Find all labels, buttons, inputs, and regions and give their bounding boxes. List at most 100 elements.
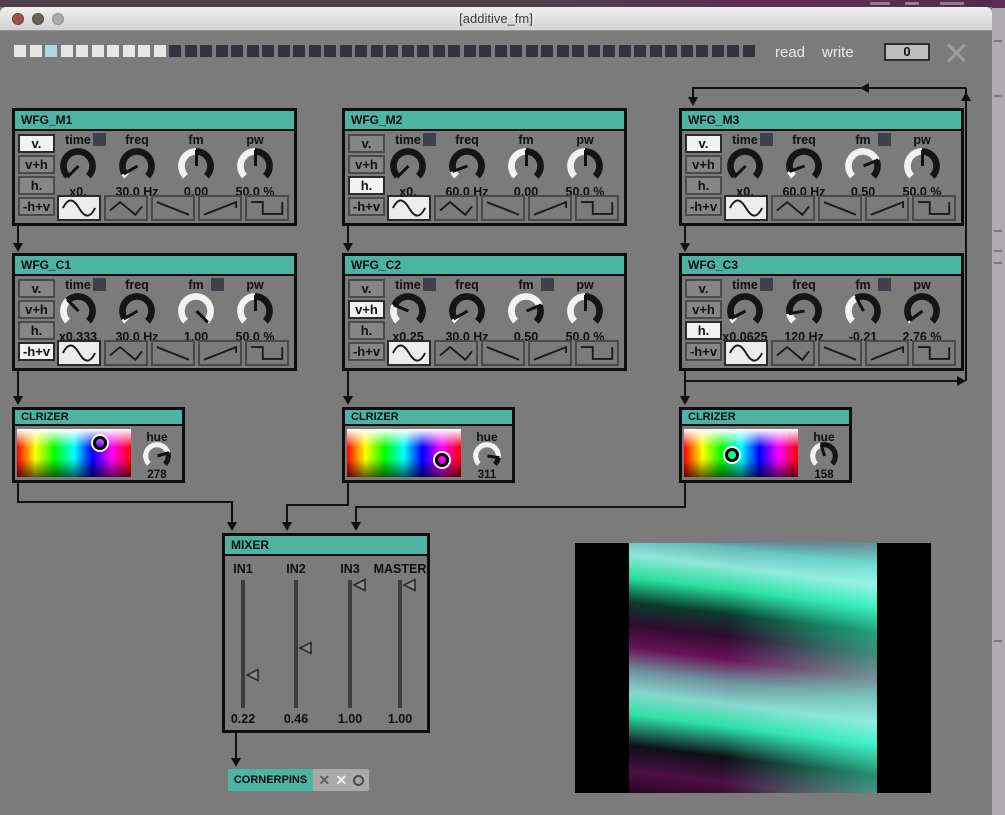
pw-knob[interactable] [237,293,273,329]
mode-button-h+v[interactable]: -h+v [18,342,55,361]
slider-handle[interactable] [298,641,313,655]
freq-knob[interactable] [449,148,485,184]
preset-square[interactable] [603,45,615,57]
wave-triangle-button[interactable] [771,195,815,221]
hue-saturation-swatch[interactable] [347,429,461,477]
wave-sine-button[interactable] [57,195,101,221]
preset-square[interactable] [340,45,352,57]
wave-square-button[interactable] [912,340,956,366]
time-knob[interactable] [390,148,426,184]
write-button[interactable]: write [822,44,854,61]
preset-square[interactable] [61,45,73,57]
wave-triangle-button[interactable] [104,195,148,221]
preset-square[interactable] [417,45,429,57]
hue-knob[interactable] [143,442,171,470]
wave-saw-down-button[interactable] [818,195,862,221]
preset-square[interactable] [76,45,88,57]
slider-track[interactable] [348,580,352,708]
mode-button-v+h[interactable]: v+h [348,300,385,319]
preset-square[interactable] [479,45,491,57]
preset-square[interactable] [495,45,507,57]
preset-square[interactable] [247,45,259,57]
mode-button-v+h[interactable]: v+h [685,300,722,319]
time-knob[interactable] [390,293,426,329]
wave-saw-up-button[interactable] [865,195,909,221]
slider-handle[interactable] [402,578,417,592]
wave-triangle-button[interactable] [434,195,478,221]
title-bar[interactable]: [additive_fm] [0,7,992,31]
slider-track[interactable] [241,580,245,708]
freq-knob[interactable] [119,148,155,184]
pw-knob[interactable] [904,293,940,329]
preset-square[interactable] [386,45,398,57]
preset-square[interactable] [293,45,305,57]
preset-square[interactable] [309,45,321,57]
wave-saw-up-button[interactable] [198,195,242,221]
hue-knob[interactable] [810,442,838,470]
wave-square-button[interactable] [575,340,619,366]
preset-square[interactable] [696,45,708,57]
mode-button-v+h[interactable]: v+h [685,155,722,174]
time-knob[interactable] [727,148,763,184]
hue-saturation-swatch[interactable] [17,429,131,477]
preset-square[interactable] [743,45,755,57]
pw-knob[interactable] [237,148,273,184]
preset-square[interactable] [169,45,181,57]
slider-handle[interactable] [352,578,367,592]
close-icon[interactable]: ✕ [335,769,347,791]
close-icon[interactable]: ✕ [318,769,330,791]
wave-saw-up-button[interactable] [528,340,572,366]
mode-button-h+v[interactable]: -h+v [348,342,385,361]
pw-knob[interactable] [904,148,940,184]
preset-number-box[interactable]: 0 [884,43,930,61]
preset-square[interactable] [30,45,42,57]
color-picker-marker[interactable] [725,448,739,462]
preset-square[interactable] [712,45,724,57]
wave-square-button[interactable] [245,195,289,221]
preset-square[interactable] [541,45,553,57]
wave-saw-down-button[interactable] [481,340,525,366]
wave-square-button[interactable] [912,195,956,221]
preset-square[interactable] [634,45,646,57]
slider-handle[interactable] [245,668,260,682]
preset-square[interactable] [727,45,739,57]
wave-square-button[interactable] [245,340,289,366]
color-picker-marker[interactable] [93,436,107,450]
preset-square[interactable] [123,45,135,57]
hue-saturation-swatch[interactable] [684,429,798,477]
fm-knob[interactable] [178,148,214,184]
read-button[interactable]: read [775,44,805,61]
preset-square[interactable] [510,45,522,57]
circle-icon[interactable] [353,775,364,786]
mode-button-v+h[interactable]: v+h [18,300,55,319]
wave-sine-button[interactable] [724,340,768,366]
preset-square[interactable] [14,45,26,57]
freq-knob[interactable] [119,293,155,329]
mode-button-h+v[interactable]: -h+v [18,197,55,216]
preset-square[interactable] [45,45,57,57]
preset-square[interactable] [200,45,212,57]
preset-square[interactable] [665,45,677,57]
preset-square[interactable] [216,45,228,57]
mode-button-h+v[interactable]: -h+v [685,197,722,216]
fm-knob[interactable] [845,293,881,329]
preset-square[interactable] [464,45,476,57]
freq-knob[interactable] [786,293,822,329]
wave-triangle-button[interactable] [434,340,478,366]
slider-track[interactable] [398,580,402,708]
preset-square[interactable] [231,45,243,57]
wave-saw-up-button[interactable] [865,340,909,366]
preset-square[interactable] [448,45,460,57]
time-knob[interactable] [60,293,96,329]
preset-square[interactable] [557,45,569,57]
hue-knob[interactable] [473,442,501,470]
preset-square[interactable] [650,45,662,57]
preset-square[interactable] [433,45,445,57]
wave-triangle-button[interactable] [771,340,815,366]
preset-square[interactable] [588,45,600,57]
preset-square[interactable] [371,45,383,57]
preset-square[interactable] [572,45,584,57]
mode-button-h+v[interactable]: -h+v [348,197,385,216]
preset-square[interactable] [92,45,104,57]
wave-saw-down-button[interactable] [151,340,195,366]
